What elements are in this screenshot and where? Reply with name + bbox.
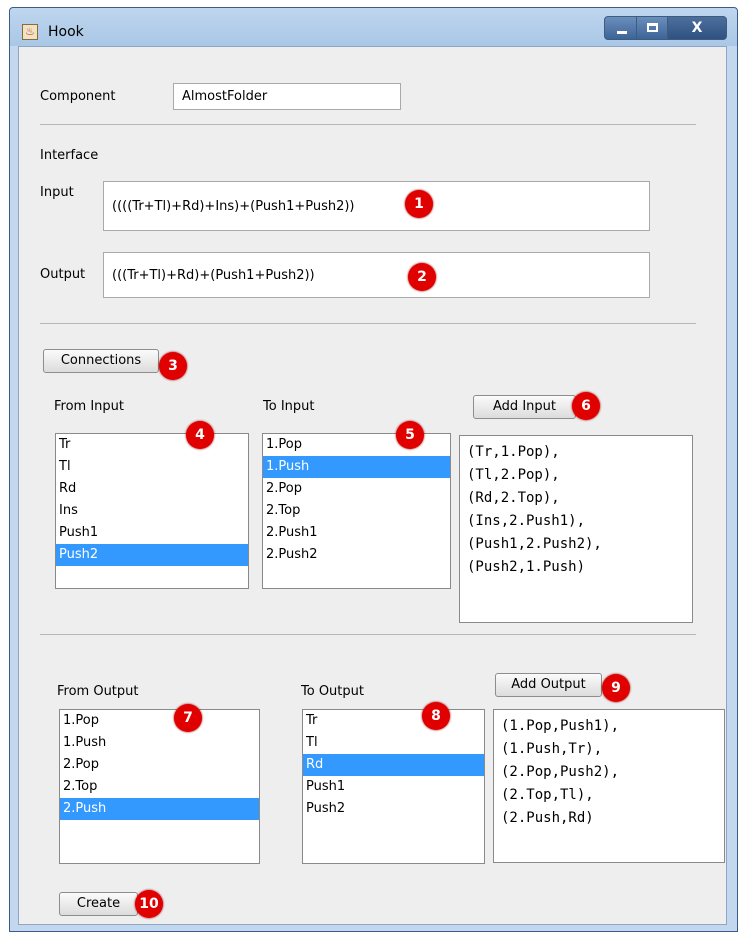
callout-badge-4: 4: [186, 421, 214, 449]
component-label: Component: [40, 89, 116, 104]
callout-badge-8: 8: [422, 702, 450, 730]
input-connections-textarea[interactable]: (Tr,1.Pop), (Tl,2.Pop), (Rd,2.Top), (Ins,2.…: [459, 435, 693, 623]
input-interface-field[interactable]: ((((Tr+Tl)+Rd)+Ins)+(Push1+Push2)): [103, 181, 650, 231]
from-input-label: From Input: [54, 399, 125, 414]
callout-badge-5: 5: [396, 421, 424, 449]
close-icon: X: [691, 20, 703, 36]
input-connection-line: (Push2,1.Push): [467, 559, 586, 575]
to-input-label: To Input: [263, 399, 315, 414]
to-input-item[interactable]: 2.Top: [263, 500, 450, 522]
add-output-button[interactable]: Add Output: [495, 673, 602, 697]
to-output-item[interactable]: Tl: [303, 732, 484, 754]
from-input-item[interactable]: Push2: [56, 544, 248, 566]
from-input-item[interactable]: Push1: [56, 522, 248, 544]
input-connection-line: (Push1,2.Push2),: [467, 536, 602, 552]
output-connection-line: (1.Pop,Push1),: [501, 718, 620, 734]
dialog-content: Component AlmostFolder Interface Input (…: [18, 46, 727, 925]
from-input-item[interactable]: Ins: [56, 500, 248, 522]
to-input-item[interactable]: 2.Push2: [263, 544, 450, 566]
to-output-item[interactable]: Rd: [303, 754, 484, 776]
input-label: Input: [40, 185, 74, 200]
callout-badge-1: 1: [405, 190, 433, 218]
to-input-item[interactable]: 2.Pop: [263, 478, 450, 500]
output-interface-field[interactable]: (((Tr+Tl)+Rd)+(Push1+Push2)): [103, 252, 650, 298]
from-input-item[interactable]: Tl: [56, 456, 248, 478]
callout-badge-9: 9: [602, 674, 630, 702]
to-output-item[interactable]: Push2: [303, 798, 484, 820]
to-output-item[interactable]: Tr: [303, 710, 484, 732]
output-label: Output: [40, 267, 86, 282]
maximize-button[interactable]: [636, 16, 668, 40]
output-connections-textarea[interactable]: (1.Pop,Push1), (1.Push,Tr), (2.Pop,Push2),…: [493, 709, 725, 863]
title-bar[interactable]: ♨ Hook X: [10, 8, 737, 46]
java-app-icon: ♨: [22, 24, 38, 40]
to-input-item[interactable]: 2.Push1: [263, 522, 450, 544]
separator-1: [40, 124, 696, 125]
callout-badge-3: 3: [159, 352, 187, 380]
create-button[interactable]: Create: [59, 892, 138, 916]
from-output-item[interactable]: 2.Pop: [60, 754, 259, 776]
input-connection-line: (Ins,2.Push1),: [467, 513, 586, 529]
input-connection-line: (Rd,2.Top),: [467, 490, 560, 506]
app-window: ♨ Hook X Component AlmostFolder Interfac…: [9, 7, 738, 932]
output-connection-line: (1.Push,Tr),: [501, 741, 603, 757]
output-connection-line: (2.Pop,Push2),: [501, 764, 620, 780]
from-input-item[interactable]: Tr: [56, 434, 248, 456]
to-output-label: To Output: [301, 684, 364, 699]
from-output-label: From Output: [57, 684, 139, 699]
minimize-button[interactable]: [604, 16, 637, 40]
window-title: Hook: [48, 24, 84, 40]
component-field[interactable]: AlmostFolder: [173, 83, 401, 110]
from-output-item[interactable]: 2.Top: [60, 776, 259, 798]
output-connection-line: (2.Push,Rd): [501, 810, 594, 826]
from-output-item[interactable]: 2.Push: [60, 798, 259, 820]
add-input-button[interactable]: Add Input: [473, 395, 576, 419]
to-input-list[interactable]: 1.Pop 1.Push 2.Pop 2.Top 2.Push1 2.Push2: [262, 433, 451, 589]
to-output-item[interactable]: Push1: [303, 776, 484, 798]
from-output-item[interactable]: 1.Push: [60, 732, 259, 754]
to-input-item[interactable]: 1.Push: [263, 456, 450, 478]
input-connection-line: (Tr,1.Pop),: [467, 444, 560, 460]
interface-heading: Interface: [40, 148, 99, 163]
connections-button[interactable]: Connections: [43, 349, 159, 373]
callout-badge-2: 2: [408, 263, 436, 291]
close-button[interactable]: X: [667, 16, 727, 40]
callout-badge-6: 6: [572, 392, 600, 420]
from-output-item[interactable]: 1.Pop: [60, 710, 259, 732]
maximize-icon: [647, 23, 658, 32]
separator-2: [40, 323, 696, 324]
from-input-item[interactable]: Rd: [56, 478, 248, 500]
from-input-list[interactable]: Tr Tl Rd Ins Push1 Push2: [55, 433, 249, 589]
input-connection-line: (Tl,2.Pop),: [467, 467, 560, 483]
callout-badge-10: 10: [135, 890, 163, 918]
to-output-list[interactable]: Tr Tl Rd Push1 Push2: [302, 709, 485, 864]
callout-badge-7: 7: [174, 704, 202, 732]
from-output-list[interactable]: 1.Pop 1.Push 2.Pop 2.Top 2.Push: [59, 709, 260, 864]
separator-3: [40, 634, 696, 635]
minimize-icon: [617, 31, 627, 34]
output-connection-line: (2.Top,Tl),: [501, 787, 594, 803]
